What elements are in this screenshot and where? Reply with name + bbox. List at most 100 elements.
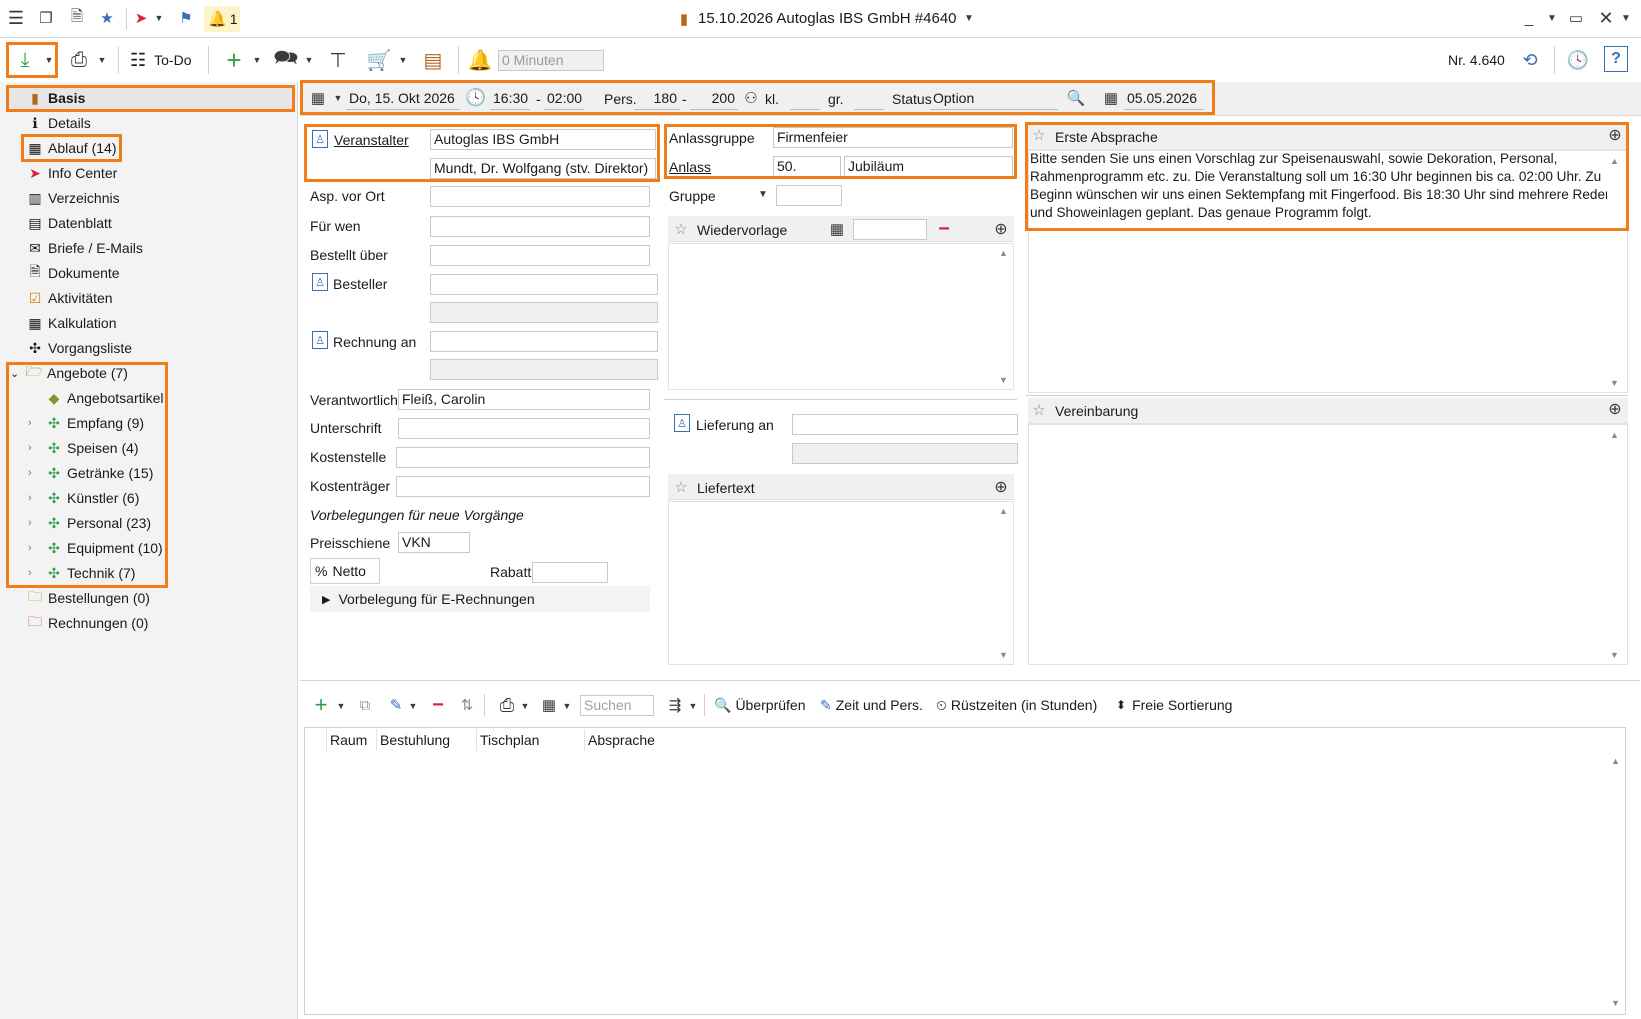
lieferung-field[interactable] [792, 414, 1018, 435]
contact-card-icon[interactable]: ♙ [312, 331, 328, 349]
erste-absprache-text[interactable]: Bitte senden Sie uns einen Vorschlag zur… [1030, 150, 1622, 222]
kostenstelle-field[interactable] [396, 447, 650, 468]
gruppe-dropdown-icon[interactable]: ▼ [757, 188, 769, 200]
close-icon[interactable]: ✕ [1596, 8, 1616, 28]
sidebar-item-technik[interactable]: › ✣ Technik (7) [28, 561, 135, 585]
sidebar-item-info-center[interactable]: ➤ Info Center [25, 161, 117, 185]
history-icon[interactable]: ⟲ [1516, 46, 1544, 74]
contact-card-icon[interactable]: ♙ [312, 130, 328, 148]
anlassgruppe-field[interactable]: Firmenfeier [773, 127, 1013, 148]
anlass-field[interactable]: 50. [773, 156, 841, 177]
contact-card-icon[interactable]: ♙ [312, 273, 328, 291]
sidebar-item-dokumente[interactable]: 🗎 Dokumente [25, 261, 119, 285]
title-dropdown-icon[interactable]: ▼ [963, 12, 975, 24]
grid-column-header[interactable]: Absprache [584, 729, 784, 751]
sidebar-item-verzeichnis[interactable]: ▥ Verzeichnis [25, 186, 119, 210]
rabatt-field[interactable] [532, 562, 608, 583]
sidebar-item-bestellungen[interactable]: 🗀 Bestellungen (0) [25, 586, 150, 610]
remove-icon[interactable]: − [934, 218, 954, 240]
recent-documents-icon[interactable]: 🗎 [66, 8, 88, 28]
comments-dropdown-icon[interactable]: ▼ [304, 54, 314, 66]
table-icon[interactable]: ▦ [538, 694, 560, 716]
zoom-in-icon[interactable]: ⊕ [990, 218, 1012, 240]
calendar-icon[interactable]: ▦ [1102, 88, 1120, 108]
grid-column-header[interactable]: Raum [326, 729, 376, 751]
package-icon[interactable]: ▤ [418, 46, 448, 74]
zoom-icon[interactable]: 🔍 [1066, 88, 1086, 108]
wiedervorlage-date-field[interactable] [853, 219, 927, 240]
sidebar-item-angebote[interactable]: ⌄ 🗁 Angebote (7) [10, 361, 128, 385]
sidebar-item-kalkulation[interactable]: ▦ Kalkulation [25, 311, 116, 335]
add-icon[interactable]: + [220, 45, 248, 75]
sidebar-item-getraenke[interactable]: › ✣ Getränke (15) [28, 461, 153, 485]
minimize-icon[interactable]: _ [1520, 8, 1538, 28]
windows-icon[interactable]: ❐ [36, 8, 56, 28]
fuer-wen-field[interactable] [430, 216, 650, 237]
add-dropdown-icon[interactable]: ▼ [252, 54, 262, 66]
sidebar-item-datenblatt[interactable]: ▤ Datenblatt [25, 211, 111, 235]
time-pers-button[interactable]: ✎ Zeit und Pers. [820, 694, 923, 716]
sidebar-item-ablauf[interactable]: ▦ Ablauf (14) [25, 136, 116, 160]
zoom-in-icon[interactable]: ⊕ [1604, 124, 1626, 146]
print-dropdown-icon[interactable]: ▼ [97, 54, 107, 66]
chevron-right-icon[interactable]: › [28, 567, 44, 579]
export-dropdown-icon[interactable]: ▼ [688, 700, 698, 712]
sidebar-item-personal[interactable]: › ✣ Personal (23) [28, 511, 151, 535]
sort-button[interactable]: ⬍ Freie Sortierung [1116, 694, 1232, 716]
print-icon[interactable]: ⎙ [496, 694, 518, 716]
minutes-input[interactable]: 0 Minuten [498, 50, 604, 71]
chevron-right-icon[interactable]: › [28, 542, 44, 554]
grid-column-header[interactable]: Bestuhlung [376, 729, 476, 751]
netto-button[interactable]: % Netto [310, 558, 380, 584]
ruestzeiten-button[interactable]: ⏲ Rüstzeiten (in Stunden) [936, 694, 1097, 716]
time-to-field[interactable]: 02:00 [544, 89, 584, 110]
sidebar-item-rechnungen[interactable]: 🗀 Rechnungen (0) [25, 611, 148, 635]
persons-to-field[interactable]: 200 [690, 89, 738, 110]
notification-bell[interactable]: 🔔 1 [204, 6, 240, 32]
anlass-text-field[interactable]: Jubiläum [844, 156, 1013, 177]
sidebar-item-angebotsartikel[interactable]: ◆ Angebotsartikel [44, 386, 164, 410]
sidebar-item-briefe[interactable]: ✉ Briefe / E-Mails [25, 236, 143, 260]
grid-column-header[interactable]: Tischplan [476, 729, 584, 751]
liefertext-text[interactable] [668, 501, 1014, 665]
todo-button[interactable]: ☷ To-Do [130, 46, 192, 74]
export-icon[interactable]: ⇶ [664, 694, 686, 716]
wiedervorlage-text[interactable] [668, 243, 1014, 390]
veranstalter-label[interactable]: Veranstalter [334, 132, 409, 148]
close-dropdown-icon[interactable]: ▼ [1620, 12, 1632, 24]
calendar-icon[interactable]: ▦ [828, 219, 846, 239]
print-icon[interactable]: ⎙ [66, 47, 92, 73]
favorites-icon[interactable]: ★ [96, 8, 118, 28]
rechnung-field[interactable] [430, 331, 658, 352]
sidebar-item-empfang[interactable]: › ✣ Empfang (9) [28, 411, 144, 435]
bestellt-field[interactable] [430, 245, 650, 266]
calendar-icon[interactable]: ▦ [309, 88, 327, 108]
copy-icon[interactable]: ⧉ [354, 694, 376, 716]
anlass-label[interactable]: Anlass [669, 159, 711, 175]
chevron-right-icon[interactable]: › [28, 467, 44, 479]
unterschrift-field[interactable] [398, 418, 650, 439]
verantwortlich-field[interactable]: Fleiß, Carolin [398, 389, 650, 410]
sidebar-item-details[interactable]: ℹ Details [25, 111, 90, 135]
remove-icon[interactable]: − [428, 694, 448, 716]
zoom-in-icon[interactable]: ⊕ [990, 476, 1012, 498]
preisschiene-field[interactable]: VKN [398, 532, 470, 553]
event-date-field[interactable]: Do, 15. Okt 2026 [346, 89, 460, 110]
calendar-dropdown-icon[interactable]: ▼ [333, 92, 343, 104]
veranstalter-field[interactable]: Autoglas IBS GmbH [430, 129, 656, 150]
chevron-right-icon[interactable]: › [28, 517, 44, 529]
compass-dropdown-icon[interactable]: ▼ [154, 12, 164, 24]
chevron-right-icon[interactable]: › [28, 417, 44, 429]
star-icon[interactable]: ☆ [672, 477, 690, 497]
star-icon[interactable]: ☆ [1030, 400, 1048, 420]
sort-icon[interactable]: ⇅ [456, 694, 478, 716]
chevron-down-icon[interactable]: ⌄ [10, 367, 24, 380]
erechnung-expander[interactable]: ▶ Vorbelegung für E-Rechnungen [310, 586, 650, 612]
add-dropdown-icon[interactable]: ▼ [336, 700, 346, 712]
sidebar-item-aktivitaeten[interactable]: ☑ Aktivitäten [25, 286, 113, 310]
contact-card-icon[interactable]: ♙ [674, 414, 690, 432]
status-field[interactable]: Option [930, 89, 1058, 110]
grid-scrollbar[interactable]: ▲ ▼ [1608, 750, 1624, 1012]
kl-field[interactable] [790, 89, 820, 110]
grid-search-input[interactable]: Suchen [580, 695, 654, 716]
